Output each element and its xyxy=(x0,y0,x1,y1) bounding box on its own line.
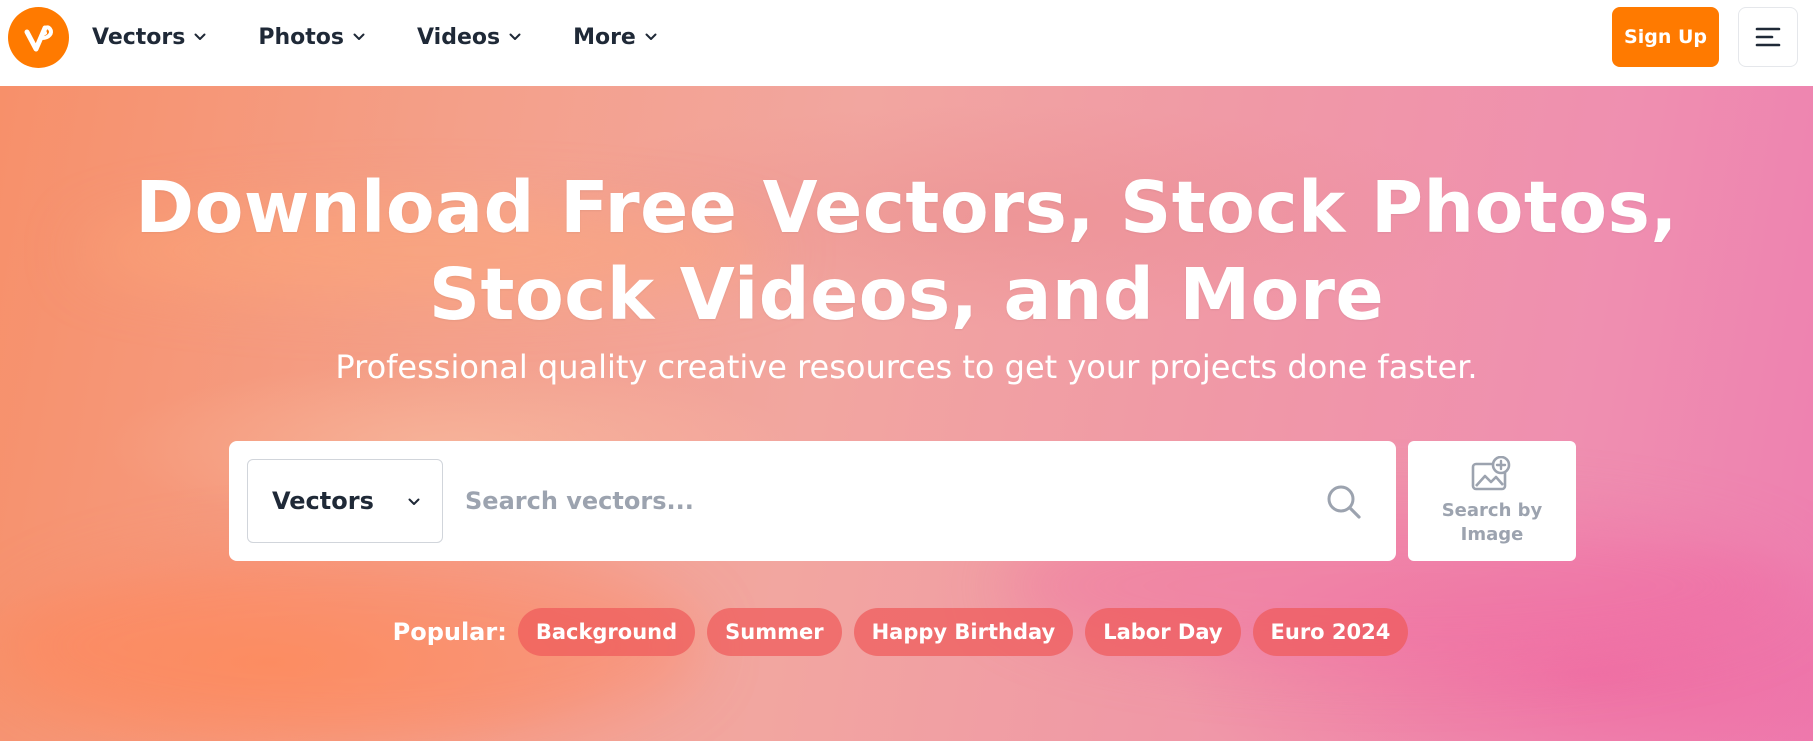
hero-banner: Download Free Vectors, Stock Photos, Sto… xyxy=(0,86,1813,741)
popular-tag-summer[interactable]: Summer xyxy=(707,608,842,656)
search-by-image-label: Search by Image xyxy=(1441,500,1543,545)
nav-vectors[interactable]: Vectors xyxy=(92,25,206,50)
top-navigation: Vectors Photos Videos More Sign Up xyxy=(0,0,1813,86)
chevron-down-icon xyxy=(353,33,365,40)
chevron-down-icon xyxy=(509,33,521,40)
popular-tag-happy-birthday[interactable]: Happy Birthday xyxy=(853,608,1074,656)
nav-photos-label: Photos xyxy=(258,24,345,50)
hamburger-menu-icon xyxy=(1755,27,1781,47)
content-type-select[interactable]: Vectors xyxy=(247,459,443,543)
image-add-icon xyxy=(1471,456,1511,491)
nav-vectors-label: Vectors xyxy=(92,24,186,50)
search-by-image-button[interactable]: Search by Image xyxy=(1408,441,1576,561)
nav-more-label: More xyxy=(573,24,636,50)
chevron-down-icon xyxy=(194,33,206,40)
nav-more[interactable]: More xyxy=(573,25,657,50)
search-input[interactable] xyxy=(465,467,1315,535)
popular-tag-euro-2024[interactable]: Euro 2024 xyxy=(1252,608,1409,656)
nav-videos-label: Videos xyxy=(417,24,501,50)
hero-headline-line2: Stock Videos, and More xyxy=(428,253,1385,336)
hero-subheadline: Professional quality creative resources … xyxy=(335,348,1478,386)
logo-v-icon xyxy=(24,24,53,51)
chevron-down-icon xyxy=(408,498,420,505)
search-icon[interactable] xyxy=(1325,483,1363,521)
content-type-selected: Vectors xyxy=(272,487,374,515)
hero-headline: Download Free Vectors, Stock Photos, Sto… xyxy=(0,164,1813,338)
nav-videos[interactable]: Videos xyxy=(417,25,521,50)
popular-tag-background[interactable]: Background xyxy=(517,608,696,656)
popular-label: Popular: xyxy=(392,618,507,646)
brand-logo[interactable] xyxy=(8,7,69,68)
hero-headline-line1: Download Free Vectors, Stock Photos, xyxy=(135,166,1678,249)
popular-tag-labor-day[interactable]: Labor Day xyxy=(1085,608,1241,656)
popular-searches: Popular: Background Summer Happy Birthda… xyxy=(0,608,1813,656)
nav-photos[interactable]: Photos xyxy=(258,25,365,50)
sign-up-button[interactable]: Sign Up xyxy=(1612,7,1719,67)
main-nav: Vectors Photos Videos More xyxy=(92,0,709,74)
menu-button[interactable] xyxy=(1738,7,1798,67)
search-bar: Vectors xyxy=(229,441,1396,561)
chevron-down-icon xyxy=(645,33,657,40)
